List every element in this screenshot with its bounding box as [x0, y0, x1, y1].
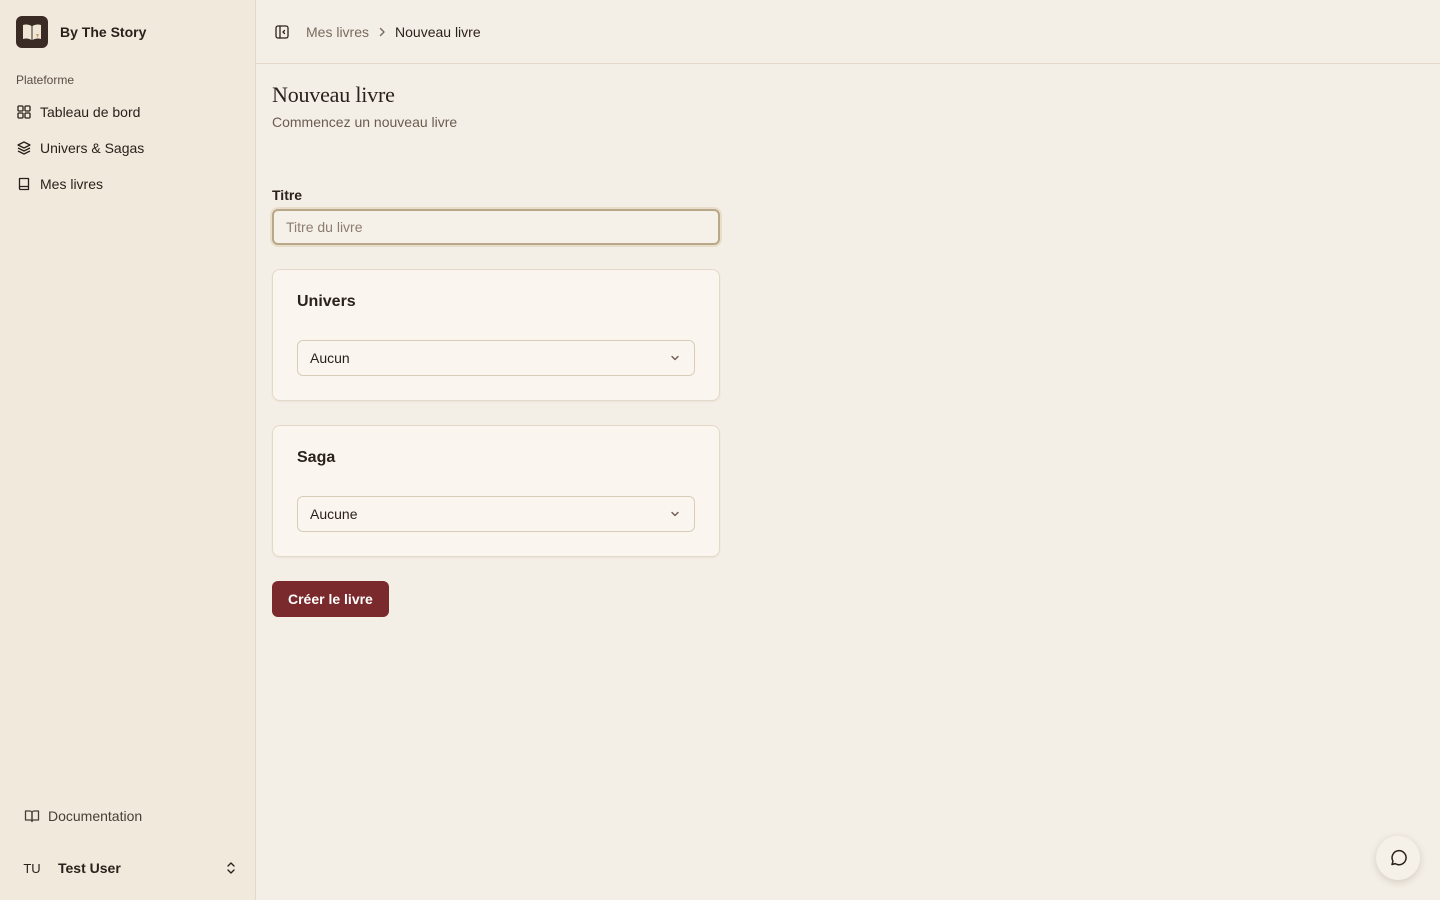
create-book-button[interactable]: Créer le livre — [272, 581, 389, 617]
sidebar-item-label: Mes livres — [40, 176, 104, 192]
page-content: Nouveau livre Commencez un nouveau livre… — [256, 64, 1440, 635]
book-icon — [18, 177, 30, 191]
page-title: Nouveau livre — [272, 82, 395, 107]
sidebar-item-my-books[interactable]: Mes livres — [8, 168, 247, 200]
universe-select[interactable]: Aucun — [297, 340, 695, 376]
breadcrumb-my-books[interactable]: Mes livres — [306, 24, 369, 40]
top-bar: Mes livres Nouveau livre — [256, 0, 1440, 64]
panel-left-icon — [275, 24, 289, 39]
universe-card: Univers Aucun — [272, 269, 720, 401]
user-menu[interactable]: TU Test User — [8, 844, 247, 892]
app-root: By The Story Plateforme Tableau de bord … — [0, 0, 1440, 900]
sidebar-item-label: Univers & Sagas — [40, 140, 145, 156]
book-open-icon — [24, 810, 40, 823]
chevron-down-icon — [671, 511, 679, 517]
grid-icon — [17, 105, 31, 119]
page-subtitle: Commencez un nouveau livre — [272, 114, 458, 130]
chevrons-up-down-icon — [227, 862, 235, 874]
documentation-label: Documentation — [48, 808, 143, 824]
chat-button[interactable] — [1376, 836, 1420, 880]
user-name: Test User — [58, 860, 121, 876]
sidebar: By The Story Plateforme Tableau de bord … — [0, 0, 256, 900]
breadcrumb: Mes livres Nouveau livre — [306, 24, 481, 40]
saga-selected-value: Aucune — [310, 506, 358, 522]
documentation-link[interactable]: Documentation — [16, 800, 247, 832]
title-input[interactable] — [272, 209, 720, 245]
saga-card: Saga Aucune — [272, 425, 720, 557]
universe-selected-value: Aucun — [310, 350, 350, 366]
sidebar-item-label: Tableau de bord — [40, 104, 141, 120]
main-area: Mes livres Nouveau livre Nouveau livre C… — [256, 0, 1440, 900]
sidebar-footer: Documentation TU Test User — [0, 800, 255, 900]
sidebar-item-dashboard[interactable]: Tableau de bord — [8, 96, 247, 128]
chevron-right-icon — [375, 25, 389, 39]
brand[interactable]: By The Story — [0, 0, 255, 48]
sidebar-nav: Tableau de bord Univers & Sagas Mes livr… — [0, 96, 255, 204]
layers-icon — [17, 141, 31, 155]
universe-card-title: Univers — [297, 293, 356, 310]
open-book-icon — [16, 16, 48, 48]
message-circle-icon — [1391, 849, 1407, 866]
nav-group-label: Plateforme — [16, 73, 75, 87]
title-field-label: Titre — [272, 187, 303, 203]
sidebar-toggle-button[interactable] — [272, 22, 292, 42]
saga-select[interactable]: Aucune — [297, 496, 695, 532]
breadcrumb-current-page: Nouveau livre — [395, 23, 481, 40]
avatar: TU — [23, 860, 41, 876]
saga-card-title: Saga — [297, 449, 336, 466]
chevron-down-icon — [671, 355, 679, 361]
brand-name: By The Story — [60, 24, 147, 40]
sidebar-item-universes-sagas[interactable]: Univers & Sagas — [8, 132, 247, 164]
